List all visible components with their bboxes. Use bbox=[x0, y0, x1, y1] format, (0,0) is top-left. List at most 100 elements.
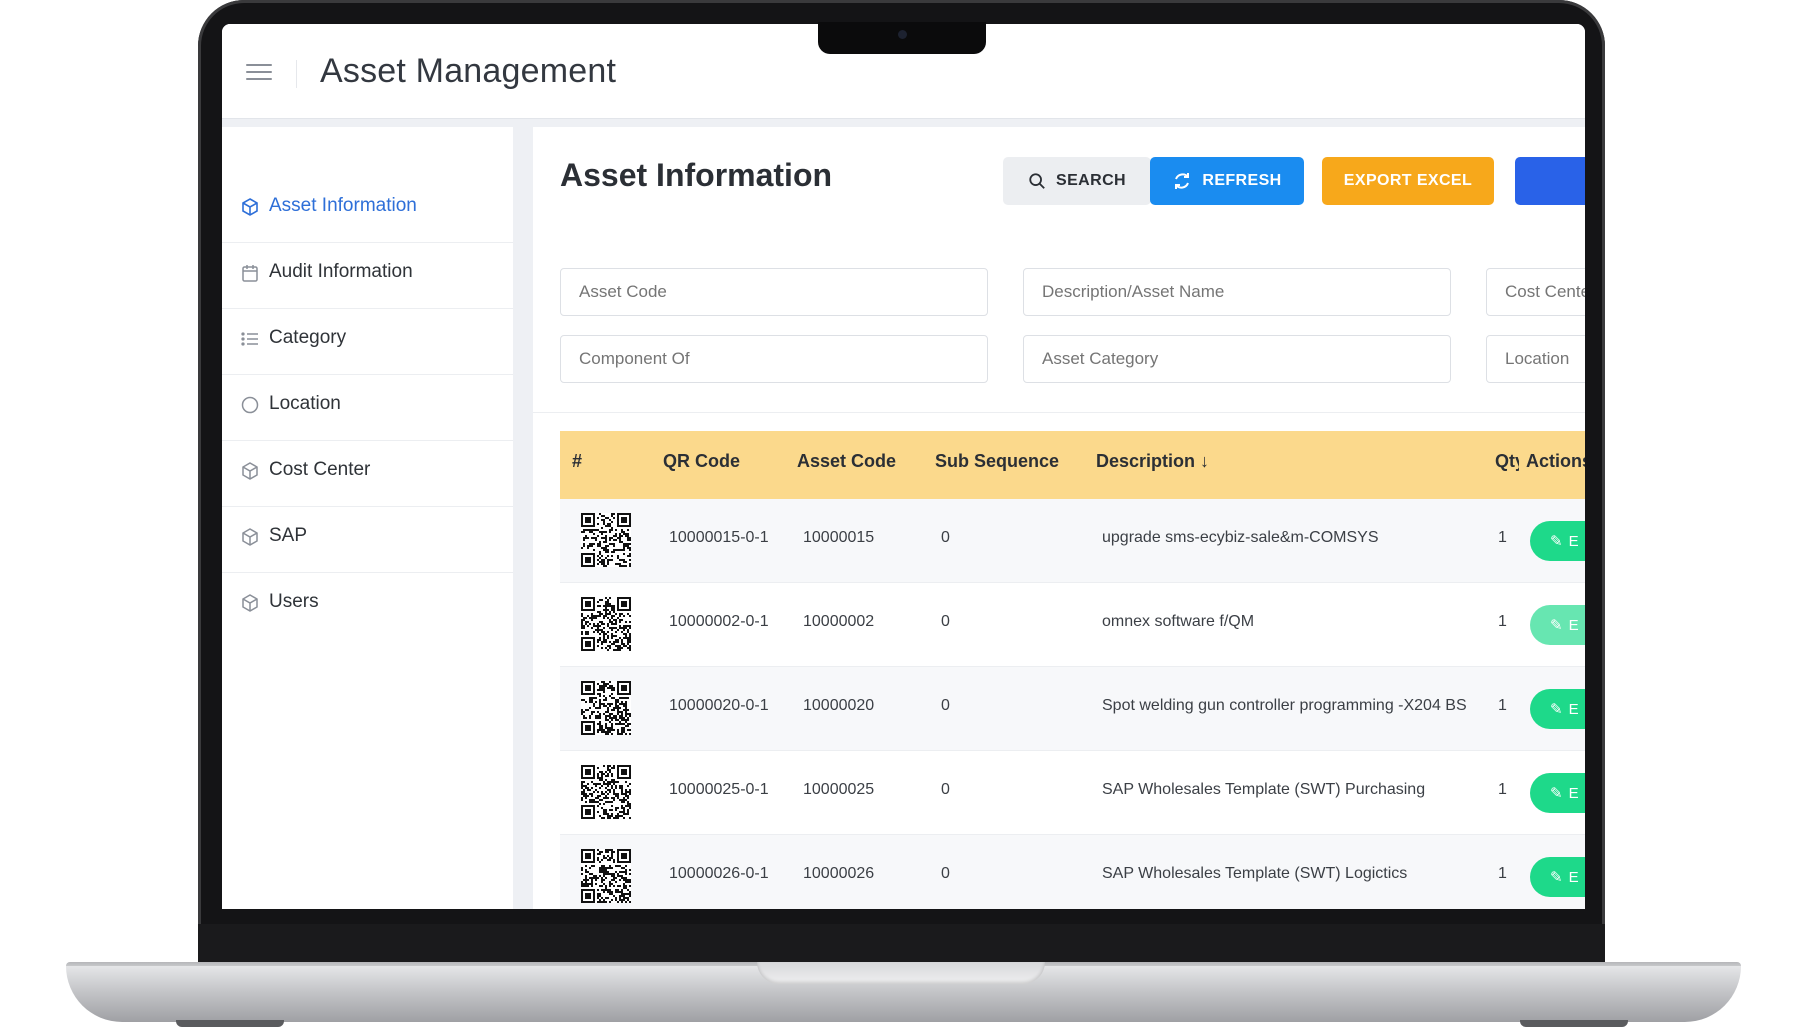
pencil-icon: ✎ bbox=[1550, 869, 1563, 886]
sub-sequence-value: 0 bbox=[941, 781, 950, 798]
asset-category-input[interactable] bbox=[1023, 335, 1451, 383]
qty-value: 1 bbox=[1498, 697, 1507, 714]
sidebar-item-audit-information[interactable]: Audit Information bbox=[222, 233, 513, 309]
sub-sequence-value: 0 bbox=[941, 613, 950, 630]
calendar-icon bbox=[242, 265, 258, 282]
description-value: upgrade sms-ecybiz-sale&m-COMSYS bbox=[1102, 529, 1379, 546]
main-content: Asset Information SEARCH REFRESH EXPORT … bbox=[533, 127, 1585, 909]
qr-code-value: 10000026-0-1 bbox=[669, 865, 769, 882]
edit-button[interactable]: ✎ E bbox=[1530, 857, 1585, 897]
refresh-button-label: REFRESH bbox=[1202, 172, 1282, 189]
cube-icon bbox=[242, 594, 258, 612]
edit-button[interactable]: ✎ E bbox=[1530, 773, 1585, 813]
edit-button-label: E bbox=[1568, 868, 1579, 886]
sidebar-item-location[interactable]: Location bbox=[222, 365, 513, 441]
search-icon bbox=[1029, 173, 1045, 189]
table-row: 10000026-0-1 10000026 0 SAP Wholesales T… bbox=[560, 835, 1585, 909]
hamburger-menu-icon[interactable] bbox=[246, 64, 272, 84]
column-header-actions: Actions bbox=[1526, 451, 1585, 471]
laptop-mockup: Asset Management Asset Information Audit… bbox=[0, 0, 1795, 1029]
table-body: 10000015-0-1 10000015 0 upgrade sms-ecyb… bbox=[560, 499, 1585, 909]
asset-code-input[interactable] bbox=[560, 268, 988, 316]
cube-icon bbox=[242, 528, 258, 546]
description-value: Spot welding gun controller programming … bbox=[1102, 697, 1467, 714]
sidebar-item-cost-center[interactable]: Cost Center bbox=[222, 431, 513, 507]
asset-code-value: 10000026 bbox=[803, 865, 875, 882]
qty-value: 1 bbox=[1498, 613, 1507, 630]
qty-value: 1 bbox=[1498, 865, 1507, 882]
search-button[interactable]: SEARCH bbox=[1003, 157, 1151, 205]
sidebar-item-label: Audit Information bbox=[269, 261, 413, 282]
description-input[interactable] bbox=[1023, 268, 1451, 316]
sidebar-item-category[interactable]: Category bbox=[222, 299, 513, 375]
asset-code-value: 10000020 bbox=[803, 697, 875, 714]
sidebar-item-label: Asset Information bbox=[269, 195, 417, 216]
cube-icon bbox=[242, 198, 258, 216]
column-header-sub-sequence[interactable]: Sub Sequence bbox=[935, 451, 1059, 472]
topbar-divider bbox=[296, 60, 297, 88]
asset-code-value: 10000015 bbox=[803, 529, 875, 546]
qty-value: 1 bbox=[1498, 529, 1507, 546]
column-header-description[interactable]: Description ↓ bbox=[1096, 451, 1209, 472]
table-header: # QR Code Asset Code Sub Sequence Descri… bbox=[560, 431, 1585, 499]
column-header-index[interactable]: # bbox=[572, 451, 582, 472]
sidebar-item-users[interactable]: Users bbox=[222, 563, 513, 639]
qty-value: 1 bbox=[1498, 781, 1507, 798]
sub-sequence-value: 0 bbox=[941, 529, 950, 546]
export-excel-button[interactable]: EXPORT EXCEL bbox=[1322, 157, 1494, 205]
column-header-label: Description bbox=[1096, 451, 1196, 471]
sidebar-item-label: Cost Center bbox=[269, 459, 371, 480]
sidebar-item-label: Location bbox=[269, 393, 341, 414]
sub-sequence-value: 0 bbox=[941, 865, 950, 882]
asset-code-value: 10000002 bbox=[803, 613, 875, 630]
table-row: 10000020-0-1 10000020 0 Spot welding gun… bbox=[560, 667, 1585, 751]
qr-code-icon bbox=[581, 513, 631, 567]
table-row: 10000002-0-1 10000002 0 omnex software f… bbox=[560, 583, 1585, 667]
camera-icon bbox=[898, 30, 907, 39]
laptop-foot-left bbox=[176, 1020, 284, 1027]
qr-code-value: 10000025-0-1 bbox=[669, 781, 769, 798]
column-header-qty[interactable]: Qty bbox=[1495, 451, 1519, 472]
edit-button[interactable]: ✎ E bbox=[1530, 689, 1585, 729]
asset-table: # QR Code Asset Code Sub Sequence Descri… bbox=[560, 431, 1585, 909]
circle-icon bbox=[241, 396, 259, 414]
edit-button-label: E bbox=[1568, 616, 1579, 634]
laptop-foot-right bbox=[1520, 1020, 1628, 1027]
qr-code-icon bbox=[581, 765, 631, 819]
sidebar-item-label: Users bbox=[269, 591, 319, 612]
camera-notch bbox=[818, 22, 986, 54]
table-row: 10000025-0-1 10000025 0 SAP Wholesales T… bbox=[560, 751, 1585, 835]
component-of-input[interactable] bbox=[560, 335, 988, 383]
sidebar-item-label: SAP bbox=[269, 525, 308, 546]
qr-code-icon bbox=[581, 681, 631, 735]
cost-center-input[interactable] bbox=[1486, 268, 1585, 316]
list-icon bbox=[241, 332, 258, 346]
pencil-icon: ✎ bbox=[1550, 617, 1563, 634]
description-value: SAP Wholesales Template (SWT) Logictics bbox=[1102, 865, 1408, 882]
description-value: omnex software f/QM bbox=[1102, 613, 1255, 630]
qr-code-value: 10000020-0-1 bbox=[669, 697, 769, 714]
asset-code-value: 10000025 bbox=[803, 781, 875, 798]
sidebar-item-asset-information[interactable]: Asset Information bbox=[222, 167, 513, 243]
cube-icon bbox=[242, 462, 258, 480]
edit-button[interactable]: ✎ E bbox=[1530, 521, 1585, 561]
qr-code-value: 10000002-0-1 bbox=[669, 613, 769, 630]
edit-button[interactable]: ✎ E bbox=[1530, 605, 1585, 645]
lid-opener bbox=[757, 962, 1045, 984]
pencil-icon: ✎ bbox=[1550, 785, 1563, 802]
column-header-asset-code[interactable]: Asset Code bbox=[797, 451, 896, 472]
qr-code-icon bbox=[581, 849, 631, 903]
sidebar-item-sap[interactable]: SAP bbox=[222, 497, 513, 573]
section-divider bbox=[533, 412, 1585, 413]
qr-code-icon bbox=[581, 597, 631, 651]
refresh-button[interactable]: REFRESH bbox=[1150, 157, 1304, 205]
table-row: 10000015-0-1 10000015 0 upgrade sms-ecyb… bbox=[560, 499, 1585, 583]
extra-action-button[interactable] bbox=[1515, 157, 1585, 205]
location-input[interactable] bbox=[1486, 335, 1585, 383]
app-title: Asset Management bbox=[320, 52, 617, 90]
description-value: SAP Wholesales Template (SWT) Purchasing bbox=[1102, 781, 1426, 798]
export-button-label: EXPORT EXCEL bbox=[1343, 172, 1473, 189]
column-header-qr-code[interactable]: QR Code bbox=[663, 451, 740, 472]
app-screen: Asset Management Asset Information Audit… bbox=[222, 24, 1585, 909]
edit-button-label: E bbox=[1568, 784, 1579, 802]
